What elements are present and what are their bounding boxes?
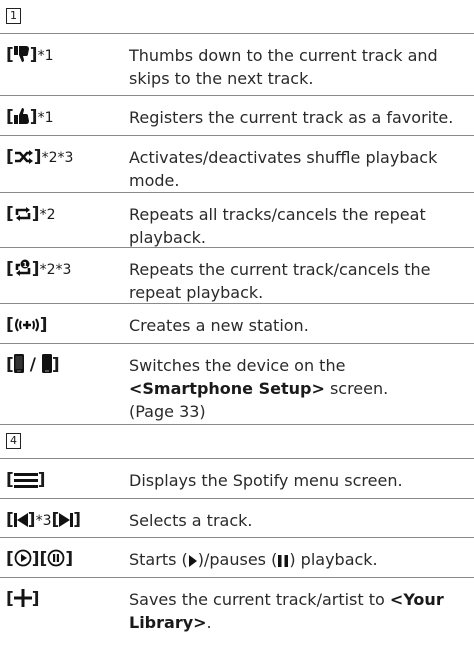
key-label: []*1 xyxy=(6,107,54,127)
row-description: Thumbs down to the current track and ski… xyxy=(129,46,438,88)
section-header-1: 1 xyxy=(0,0,474,34)
row-description: Displays the Spotify menu screen. xyxy=(129,471,403,490)
pause-circle-icon xyxy=(47,549,65,567)
key-label: []*1 xyxy=(6,45,54,65)
table-row-menu: [] Displays the Spotify menu screen. xyxy=(0,459,474,499)
table-row-new-station: [] Creates a new station. xyxy=(0,304,474,344)
plus-icon xyxy=(13,589,32,607)
table-row-repeat: []*2 Repeats all tracks/cancels the repe… xyxy=(0,193,474,248)
smartphone-setup-link: <Smartphone Setup> xyxy=(129,379,325,398)
table-row-save: [] Saves the current track/artist to <Yo… xyxy=(0,578,474,638)
key-label: []*3[] xyxy=(6,510,82,530)
row-description: Selects a track. xyxy=(129,511,253,530)
table-row-switch-device: [ / ] Switches the device on the <Smartp… xyxy=(0,344,474,425)
key-label: []*2*3 xyxy=(6,147,74,167)
table-row-select-track: []*3[] Selects a track. xyxy=(0,499,474,538)
skip-next-icon xyxy=(59,512,74,528)
menu-icon xyxy=(13,472,38,488)
row-description: Repeats all tracks/cancels the repeat pl… xyxy=(129,205,426,247)
key-label: [1]*2*3 xyxy=(6,259,72,279)
key-label: [] xyxy=(6,315,48,335)
play-circle-icon xyxy=(14,549,32,567)
new-station-icon xyxy=(14,317,40,333)
table-row-thumbs-up: []*1 Registers the current track as a fa… xyxy=(0,96,474,136)
thumbs-down-icon xyxy=(13,45,30,63)
section-number-box: 4 xyxy=(6,433,21,449)
smartphone-light-icon xyxy=(41,354,52,373)
row-description: Starts ()/pauses () playback. xyxy=(129,550,378,569)
play-icon xyxy=(188,554,198,568)
repeat-icon xyxy=(14,206,32,222)
key-label: []*2 xyxy=(6,204,56,224)
key-label: [] xyxy=(6,589,40,609)
row-description: Creates a new station. xyxy=(129,316,309,335)
thumbs-up-icon xyxy=(13,107,30,125)
table-row-thumbs-down: []*1 Thumbs down to the current track an… xyxy=(0,34,474,96)
skip-previous-icon xyxy=(13,512,28,528)
page-reference: (Page 33) xyxy=(129,402,206,421)
row-description: Switches the device on the <Smartphone S… xyxy=(129,356,389,421)
manual-page: 1 []*1 Thumbs down to the current track … xyxy=(0,0,474,664)
row-description: Repeats the current track/cancels the re… xyxy=(129,260,431,302)
svg-text:1: 1 xyxy=(22,261,27,269)
key-label: [][] xyxy=(6,549,74,569)
pause-icon xyxy=(277,554,289,568)
row-description: Activates/deactivates shuffle playback m… xyxy=(129,148,438,190)
section-number-box: 1 xyxy=(6,8,21,24)
key-label: [] xyxy=(6,470,46,490)
table-row-shuffle: []*2*3 Activates/deactivates shuffle pla… xyxy=(0,136,474,193)
shuffle-icon xyxy=(14,149,34,165)
table-row-repeat-one: [1]*2*3 Repeats the current track/cancel… xyxy=(0,248,474,304)
row-description: Saves the current track/artist to <Your … xyxy=(129,590,444,632)
repeat-one-icon: 1 xyxy=(14,259,32,277)
table-row-play-pause: [][] Starts ()/pauses () playback. xyxy=(0,538,474,578)
key-label: [ / ] xyxy=(6,354,60,375)
smartphone-dark-icon xyxy=(13,354,24,373)
section-header-4: 4 xyxy=(0,425,474,459)
row-description: Registers the current track as a favorit… xyxy=(129,108,454,127)
